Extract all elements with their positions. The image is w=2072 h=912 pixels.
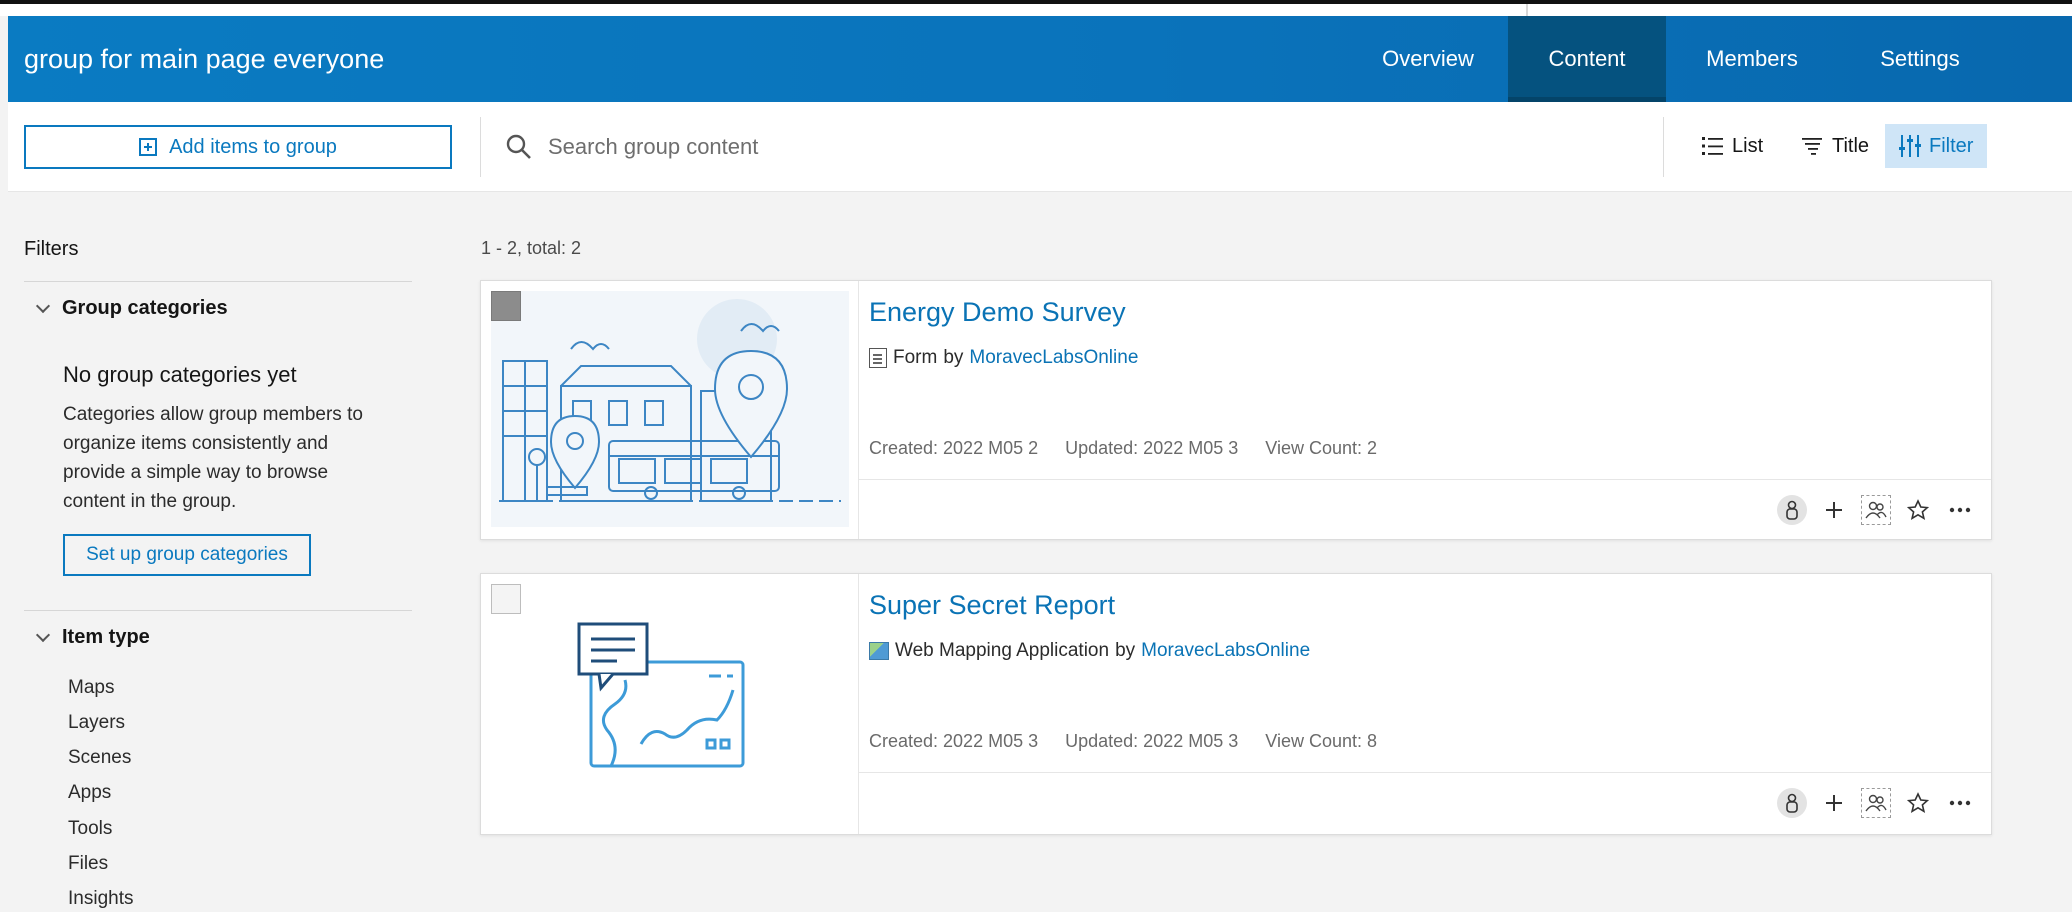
survey-illustration xyxy=(499,299,841,502)
select-checkbox[interactable] xyxy=(491,291,521,321)
tab-members[interactable]: Members xyxy=(1666,16,1838,102)
more-options-icon[interactable] xyxy=(1945,495,1975,525)
tab-overview[interactable]: Overview xyxy=(1348,16,1508,102)
chevron-down-icon xyxy=(35,298,51,313)
filter-type-scenes[interactable]: Scenes xyxy=(68,747,131,769)
filter-type-apps[interactable]: Apps xyxy=(68,782,111,804)
updated-date: Updated: 2022 M05 3 xyxy=(1065,731,1239,751)
add-items-button[interactable]: Add items to group xyxy=(24,125,452,169)
form-icon xyxy=(869,348,887,368)
item-owner-link[interactable]: MoravecLabsOnline xyxy=(969,347,1138,369)
view-count: View Count: 2 xyxy=(1265,438,1378,458)
setup-categories-button[interactable]: Set up group categories xyxy=(63,534,311,576)
item-thumbnail[interactable] xyxy=(491,584,849,820)
card-hline xyxy=(859,772,1991,773)
sort-icon xyxy=(1802,138,1822,155)
filter-type-insights[interactable]: Insights xyxy=(68,888,133,910)
item-meta: Web Mapping Application by MoravecLabsOn… xyxy=(869,640,1310,662)
add-items-label: Add items to group xyxy=(169,135,337,158)
owner-icon[interactable] xyxy=(1777,495,1807,525)
item-type: Form xyxy=(893,347,938,368)
view-list-label: List xyxy=(1732,134,1764,157)
item-meta: Form by MoravecLabsOnline xyxy=(869,347,1138,369)
item-dates: Created: 2022 M05 2 Updated: 2022 M05 3 … xyxy=(869,438,1377,459)
group-header: group for main page everyone Overview Co… xyxy=(8,16,2072,102)
content-card: Energy Demo Survey Form by MoravecLabsOn… xyxy=(480,280,1992,540)
filter-type-tools[interactable]: Tools xyxy=(68,818,112,840)
content-card: Super Secret Report Web Mapping Applicat… xyxy=(480,573,1992,835)
window-top-strip xyxy=(0,0,2072,16)
item-owner-link[interactable]: MoravecLabsOnline xyxy=(1141,640,1310,662)
item-type-toggle[interactable]: Item type xyxy=(35,626,150,649)
card-hline xyxy=(859,479,1991,480)
share-group-icon[interactable] xyxy=(1861,788,1891,818)
item-thumbnail[interactable] xyxy=(491,291,849,527)
filter-type-files[interactable]: Files xyxy=(68,853,108,875)
add-icon[interactable] xyxy=(1819,788,1849,818)
content-toolbar: Add items to group List Title xyxy=(8,102,2072,192)
more-options-icon[interactable] xyxy=(1945,788,1975,818)
filter-type-maps[interactable]: Maps xyxy=(68,677,114,699)
toolbar-divider xyxy=(480,117,481,177)
group-categories-toggle[interactable]: Group categories xyxy=(35,297,228,320)
created-date: Created: 2022 M05 2 xyxy=(869,438,1039,458)
created-date: Created: 2022 M05 3 xyxy=(869,731,1039,751)
card-actions xyxy=(1777,495,1975,525)
share-group-icon[interactable] xyxy=(1861,495,1891,525)
filters-divider xyxy=(24,281,412,282)
filter-type-layers[interactable]: Layers xyxy=(68,712,125,734)
card-actions xyxy=(1777,788,1975,818)
item-dates: Created: 2022 M05 3 Updated: 2022 M05 3 … xyxy=(869,731,1377,752)
view-count: View Count: 8 xyxy=(1265,731,1378,751)
favorite-star-icon[interactable] xyxy=(1903,495,1933,525)
top-border xyxy=(0,0,2072,4)
chevron-down-icon xyxy=(35,627,51,642)
filters-title: Filters xyxy=(24,238,79,260)
favorite-star-icon[interactable] xyxy=(1903,788,1933,818)
add-square-icon xyxy=(139,138,158,156)
no-categories-title: No group categories yet xyxy=(63,362,297,387)
add-icon[interactable] xyxy=(1819,495,1849,525)
tab-content[interactable]: Content xyxy=(1508,16,1666,102)
sort-title-label: Title xyxy=(1832,134,1870,157)
owner-icon[interactable] xyxy=(1777,788,1807,818)
filter-button[interactable]: Filter xyxy=(1885,124,1988,168)
group-title: group for main page everyone xyxy=(24,44,385,74)
item-title[interactable]: Super Secret Report xyxy=(869,590,1115,621)
top-divider xyxy=(1526,4,1528,16)
item-type: Web Mapping Application xyxy=(895,640,1110,661)
categories-description: Categories allow group members to organi… xyxy=(63,404,363,512)
results-count: 1 - 2, total: 2 xyxy=(481,238,582,258)
item-type-heading: Item type xyxy=(62,626,150,648)
updated-date: Updated: 2022 M05 3 xyxy=(1065,438,1239,458)
item-by: by xyxy=(943,347,964,368)
web-app-icon xyxy=(869,642,889,660)
item-title[interactable]: Energy Demo Survey xyxy=(869,297,1126,328)
card-divider xyxy=(858,281,859,539)
list-icon xyxy=(1702,137,1723,155)
tab-settings[interactable]: Settings xyxy=(1838,16,2002,102)
view-list-button[interactable]: List xyxy=(1688,124,1777,168)
sort-title-button[interactable]: Title xyxy=(1788,124,1883,168)
web-map-illustration xyxy=(577,622,745,768)
search-input[interactable] xyxy=(548,126,1648,168)
group-categories-heading: Group categories xyxy=(62,297,228,319)
select-checkbox[interactable] xyxy=(491,584,521,614)
toolbar-divider-right xyxy=(1663,117,1664,177)
item-by: by xyxy=(1115,640,1136,661)
filter-label: Filter xyxy=(1929,134,1974,157)
card-divider xyxy=(858,574,859,834)
filter-sliders-icon xyxy=(1899,135,1921,157)
categories-divider xyxy=(24,610,412,611)
search-icon xyxy=(506,134,531,159)
group-nav: Overview Content Members Settings xyxy=(1348,16,2002,102)
